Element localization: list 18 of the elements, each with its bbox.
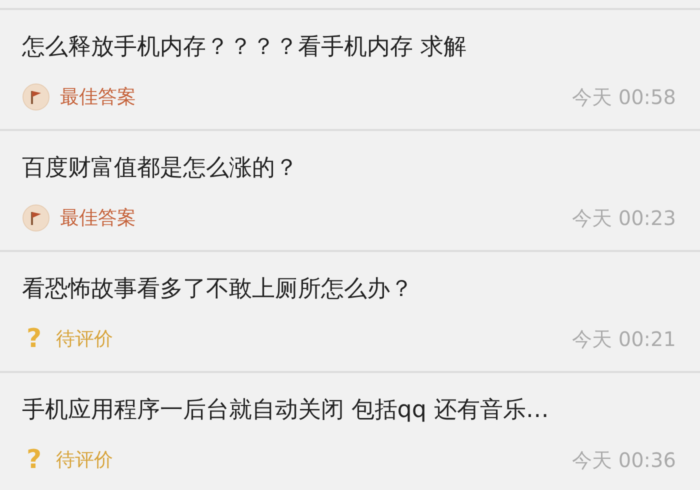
- question-mark-icon: ?: [22, 326, 46, 352]
- question-item[interactable]: 手机应用程序一后台就自动关闭 包括qq 还有音乐… ? 待评价 今天 00:36: [0, 373, 700, 490]
- timestamp: 今天 00:36: [572, 447, 676, 474]
- question-title: 手机应用程序一后台就自动关闭 包括qq 还有音乐…: [22, 396, 550, 425]
- answer-status: 待评价: [56, 448, 113, 473]
- timestamp: 今天 00:23: [572, 205, 676, 232]
- question-title: 百度财富值都是怎么涨的？: [22, 154, 299, 183]
- timestamp: 今天 00:21: [572, 326, 676, 353]
- answer-status: 待评价: [56, 326, 113, 352]
- question-title: 看恐怖故事看多了不敢上厕所怎么办？: [22, 275, 414, 304]
- answer-status: 最佳答案: [60, 84, 136, 110]
- question-title: 怎么释放手机内存？？？？看手机内存 求解: [22, 33, 468, 62]
- answer-status: 最佳答案: [60, 206, 136, 231]
- question-item[interactable]: 怎么释放手机内存？？？？看手机内存 求解 最佳答案 今天 00:58: [0, 10, 700, 131]
- question-item[interactable]: 看恐怖故事看多了不敢上厕所怎么办？ ? 待评价 今天 00:21: [0, 252, 700, 373]
- timestamp: 今天 00:58: [572, 84, 676, 111]
- question-item[interactable]: 百度财富值都是怎么涨的？ 最佳答案 今天 00:23: [0, 131, 700, 252]
- question-mark-icon: ?: [22, 447, 46, 473]
